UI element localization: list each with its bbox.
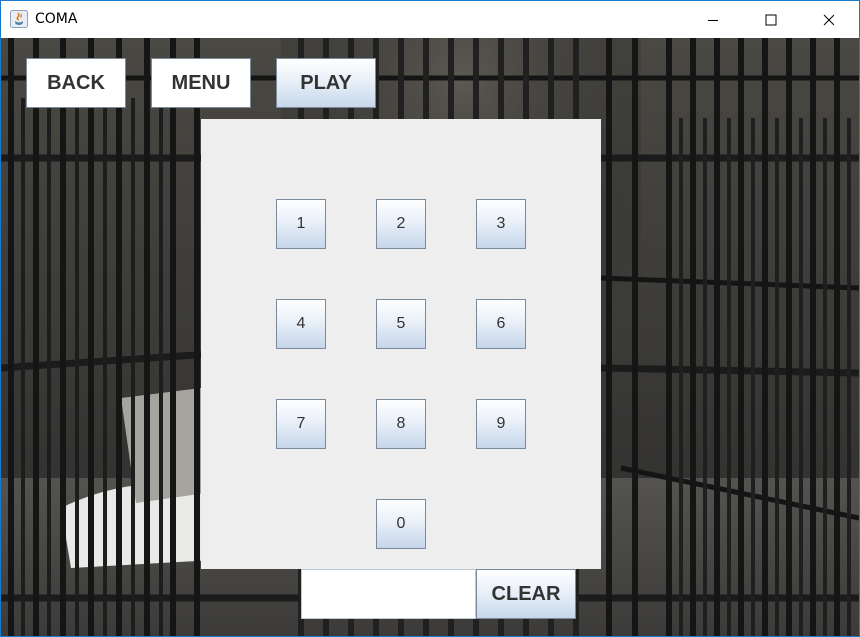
- key-0[interactable]: 0: [376, 499, 426, 549]
- close-button[interactable]: [800, 1, 858, 38]
- window-title: COMA: [35, 11, 78, 27]
- key-1[interactable]: 1: [276, 199, 326, 249]
- clear-button[interactable]: CLEAR: [476, 569, 576, 619]
- key-6[interactable]: 6: [476, 299, 526, 349]
- keypad-panel: 1 2 3 4 5 6 7 8 9 0: [201, 119, 601, 569]
- key-9[interactable]: 9: [476, 399, 526, 449]
- title-bar[interactable]: COMA: [1, 1, 859, 38]
- code-input-field[interactable]: [301, 569, 476, 619]
- key-7[interactable]: 7: [276, 399, 326, 449]
- key-8[interactable]: 8: [376, 399, 426, 449]
- game-screen: BACK MENU PLAY 1 2 3 4 5 6 7 8 9 0 CLEAR: [1, 38, 859, 636]
- key-2[interactable]: 2: [376, 199, 426, 249]
- back-button[interactable]: BACK: [26, 58, 126, 108]
- java-app-icon: [10, 10, 28, 28]
- maximize-button[interactable]: [742, 1, 800, 38]
- app-window: COMA BACK MENU PLAY 1 2 3 4 5 6 7 8 9 0 …: [0, 0, 860, 637]
- menu-button[interactable]: MENU: [151, 58, 251, 108]
- key-4[interactable]: 4: [276, 299, 326, 349]
- minimize-button[interactable]: [684, 1, 742, 38]
- key-3[interactable]: 3: [476, 199, 526, 249]
- minimize-icon: [708, 19, 718, 21]
- key-5[interactable]: 5: [376, 299, 426, 349]
- maximize-icon: [765, 14, 777, 25]
- play-button[interactable]: PLAY: [276, 58, 376, 108]
- close-icon: [823, 14, 835, 25]
